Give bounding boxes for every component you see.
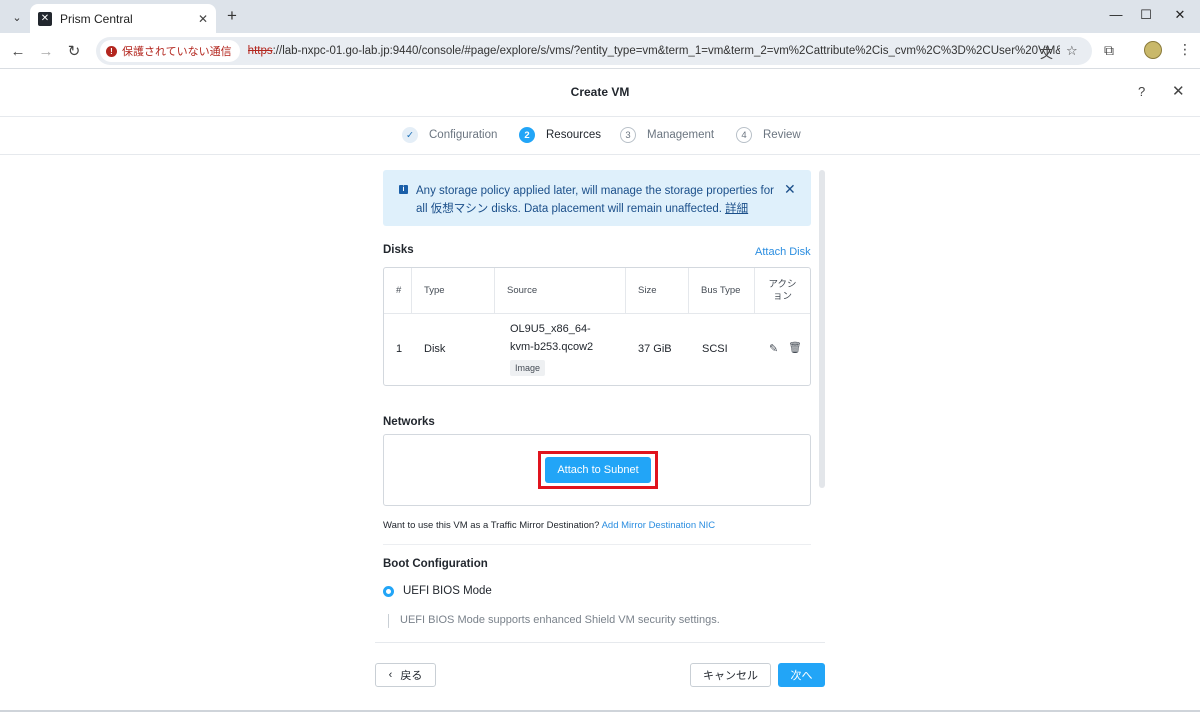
scroll-fade xyxy=(375,626,825,642)
row-num: 1 xyxy=(396,343,403,355)
forward-icon[interactable]: → xyxy=(36,41,56,61)
step-label: Resources xyxy=(546,129,601,141)
security-label: 保護されていない通信 xyxy=(122,46,232,58)
storage-policy-banner: i Any storage policy applied later, will… xyxy=(383,170,811,226)
actions-header-line1: アクシ xyxy=(768,278,797,290)
row-source: OL9U5_x86_64- kvm-b253.qcow2 Image xyxy=(510,320,593,376)
url-text[interactable]: https://lab-nxpc-01.go-lab.jp:9440/conso… xyxy=(248,45,1060,57)
step-label: Configuration xyxy=(429,129,498,141)
col-header-num: # xyxy=(384,268,412,313)
col-header-size: Size xyxy=(626,268,689,313)
delete-trash-icon[interactable]: 🗑 xyxy=(788,341,802,354)
next-button[interactable]: 次へ xyxy=(778,663,825,687)
browser-toolbar: ← → ↻ ! 保護されていない通信 https://lab-nxpc-01.g… xyxy=(0,33,1200,69)
help-icon[interactable]: ? xyxy=(1138,84,1145,99)
profile-avatar[interactable] xyxy=(1144,41,1162,59)
translate-icon[interactable]: 文 xyxy=(1040,43,1053,62)
url-scheme: https xyxy=(247,45,273,57)
step-number: 3 xyxy=(620,127,636,143)
banner-close-icon[interactable]: ✕ xyxy=(784,181,796,198)
menu-more-icon[interactable]: ⋮ xyxy=(1178,41,1192,58)
mirror-destination-row: Want to use this VM as a Traffic Mirror … xyxy=(383,520,715,531)
details-link[interactable]: 詳細 xyxy=(725,203,748,215)
content-scrollbar[interactable] xyxy=(819,170,825,488)
networks-box: Attach to Subnet xyxy=(383,434,811,506)
mirror-question: Want to use this VM as a Traffic Mirror … xyxy=(383,520,600,531)
cancel-button[interactable]: キャンセル xyxy=(690,663,771,687)
window-close-icon[interactable]: ✕ xyxy=(1170,7,1190,23)
tab-search-icon[interactable]: ⌄ xyxy=(6,6,28,28)
step-label: Review xyxy=(763,129,801,141)
security-chip[interactable]: ! 保護されていない通信 xyxy=(100,40,240,62)
boot-config-title: Boot Configuration xyxy=(383,558,488,570)
modal-header: Create VM ? ✕ xyxy=(0,69,1200,117)
maximize-icon[interactable]: ☐ xyxy=(1136,7,1156,23)
extensions-icon[interactable]: ⧉ xyxy=(1104,42,1114,59)
highlight-box xyxy=(538,451,658,489)
close-modal-icon[interactable]: ✕ xyxy=(1172,82,1185,100)
back-button[interactable]: ‹ 戻る xyxy=(375,663,436,687)
address-bar[interactable]: ! 保護されていない通信 https://lab-nxpc-01.go-lab.… xyxy=(96,37,1092,65)
new-tab-icon[interactable]: + xyxy=(222,6,242,26)
source-name-line2: kvm-b253.qcow2 xyxy=(510,341,594,353)
minimize-icon[interactable]: — xyxy=(1106,7,1126,22)
step-number: 4 xyxy=(736,127,752,143)
wizard-steps: ✓ Configuration 2 Resources 3 Management… xyxy=(0,117,1200,155)
url-rest: ://lab-nxpc-01.go-lab.jp:9440/console/#p… xyxy=(272,45,1060,57)
header-separator xyxy=(384,313,810,314)
not-secure-icon: ! xyxy=(106,45,117,57)
col-header-type: Type xyxy=(412,268,495,313)
step-review[interactable]: 4 Review xyxy=(736,127,801,143)
actions-header-line2: ョン xyxy=(772,290,792,302)
step-check-icon: ✓ xyxy=(402,127,418,143)
col-header-source: Source xyxy=(495,268,626,313)
info-icon: i xyxy=(399,185,408,194)
browser-tab[interactable]: ✕ Prism Central ✕ xyxy=(30,4,216,33)
radio-selected-icon[interactable] xyxy=(383,585,394,597)
section-divider xyxy=(383,544,811,545)
browser-tab-bar: ⌄ ✕ Prism Central ✕ + — ☐ ✕ xyxy=(0,0,1200,33)
modal-title: Create VM xyxy=(570,85,630,99)
networks-title: Networks xyxy=(383,416,435,428)
add-mirror-nic-link[interactable]: Add Mirror Destination NIC xyxy=(602,520,716,531)
reload-icon[interactable]: ↻ xyxy=(64,41,84,61)
step-configuration[interactable]: ✓ Configuration xyxy=(402,127,497,143)
disks-table: # Type Source Size Bus Type アクシ ョン 1 Dis… xyxy=(383,267,811,386)
footer-separator xyxy=(375,642,825,643)
tab-title: Prism Central xyxy=(60,11,133,26)
tab-close-icon[interactable]: ✕ xyxy=(198,12,208,26)
step-label: Management xyxy=(647,129,715,141)
image-badge: Image xyxy=(510,360,546,376)
uefi-label: UEFI BIOS Mode xyxy=(403,585,492,597)
row-size: 37 GiB xyxy=(638,343,672,355)
step-management[interactable]: 3 Management xyxy=(620,127,714,143)
step-resources[interactable]: 2 Resources xyxy=(519,127,601,143)
row-type: Disk xyxy=(424,343,446,355)
row-bus: SCSI xyxy=(702,343,728,355)
col-header-bus-type: Bus Type xyxy=(689,268,755,313)
attach-disk-link[interactable]: Attach Disk xyxy=(755,246,811,258)
back-icon[interactable]: ← xyxy=(8,41,28,61)
banner-text: Any storage policy applied later, will m… xyxy=(416,185,774,215)
bookmark-star-icon[interactable]: ☆ xyxy=(1066,43,1078,59)
source-name-line1: OL9U5_x86_64- xyxy=(510,323,591,335)
prism-favicon-icon: ✕ xyxy=(38,11,52,26)
col-header-actions: アクシ ョン xyxy=(755,268,810,313)
disks-title: Disks xyxy=(383,244,414,256)
uefi-radio-option[interactable]: UEFI BIOS Mode xyxy=(383,585,492,597)
edit-pencil-icon[interactable]: ✎ xyxy=(769,342,778,355)
chevron-left-icon: ‹ xyxy=(388,669,393,681)
step-number: 2 xyxy=(519,127,535,143)
back-label: 戻る xyxy=(400,670,423,682)
